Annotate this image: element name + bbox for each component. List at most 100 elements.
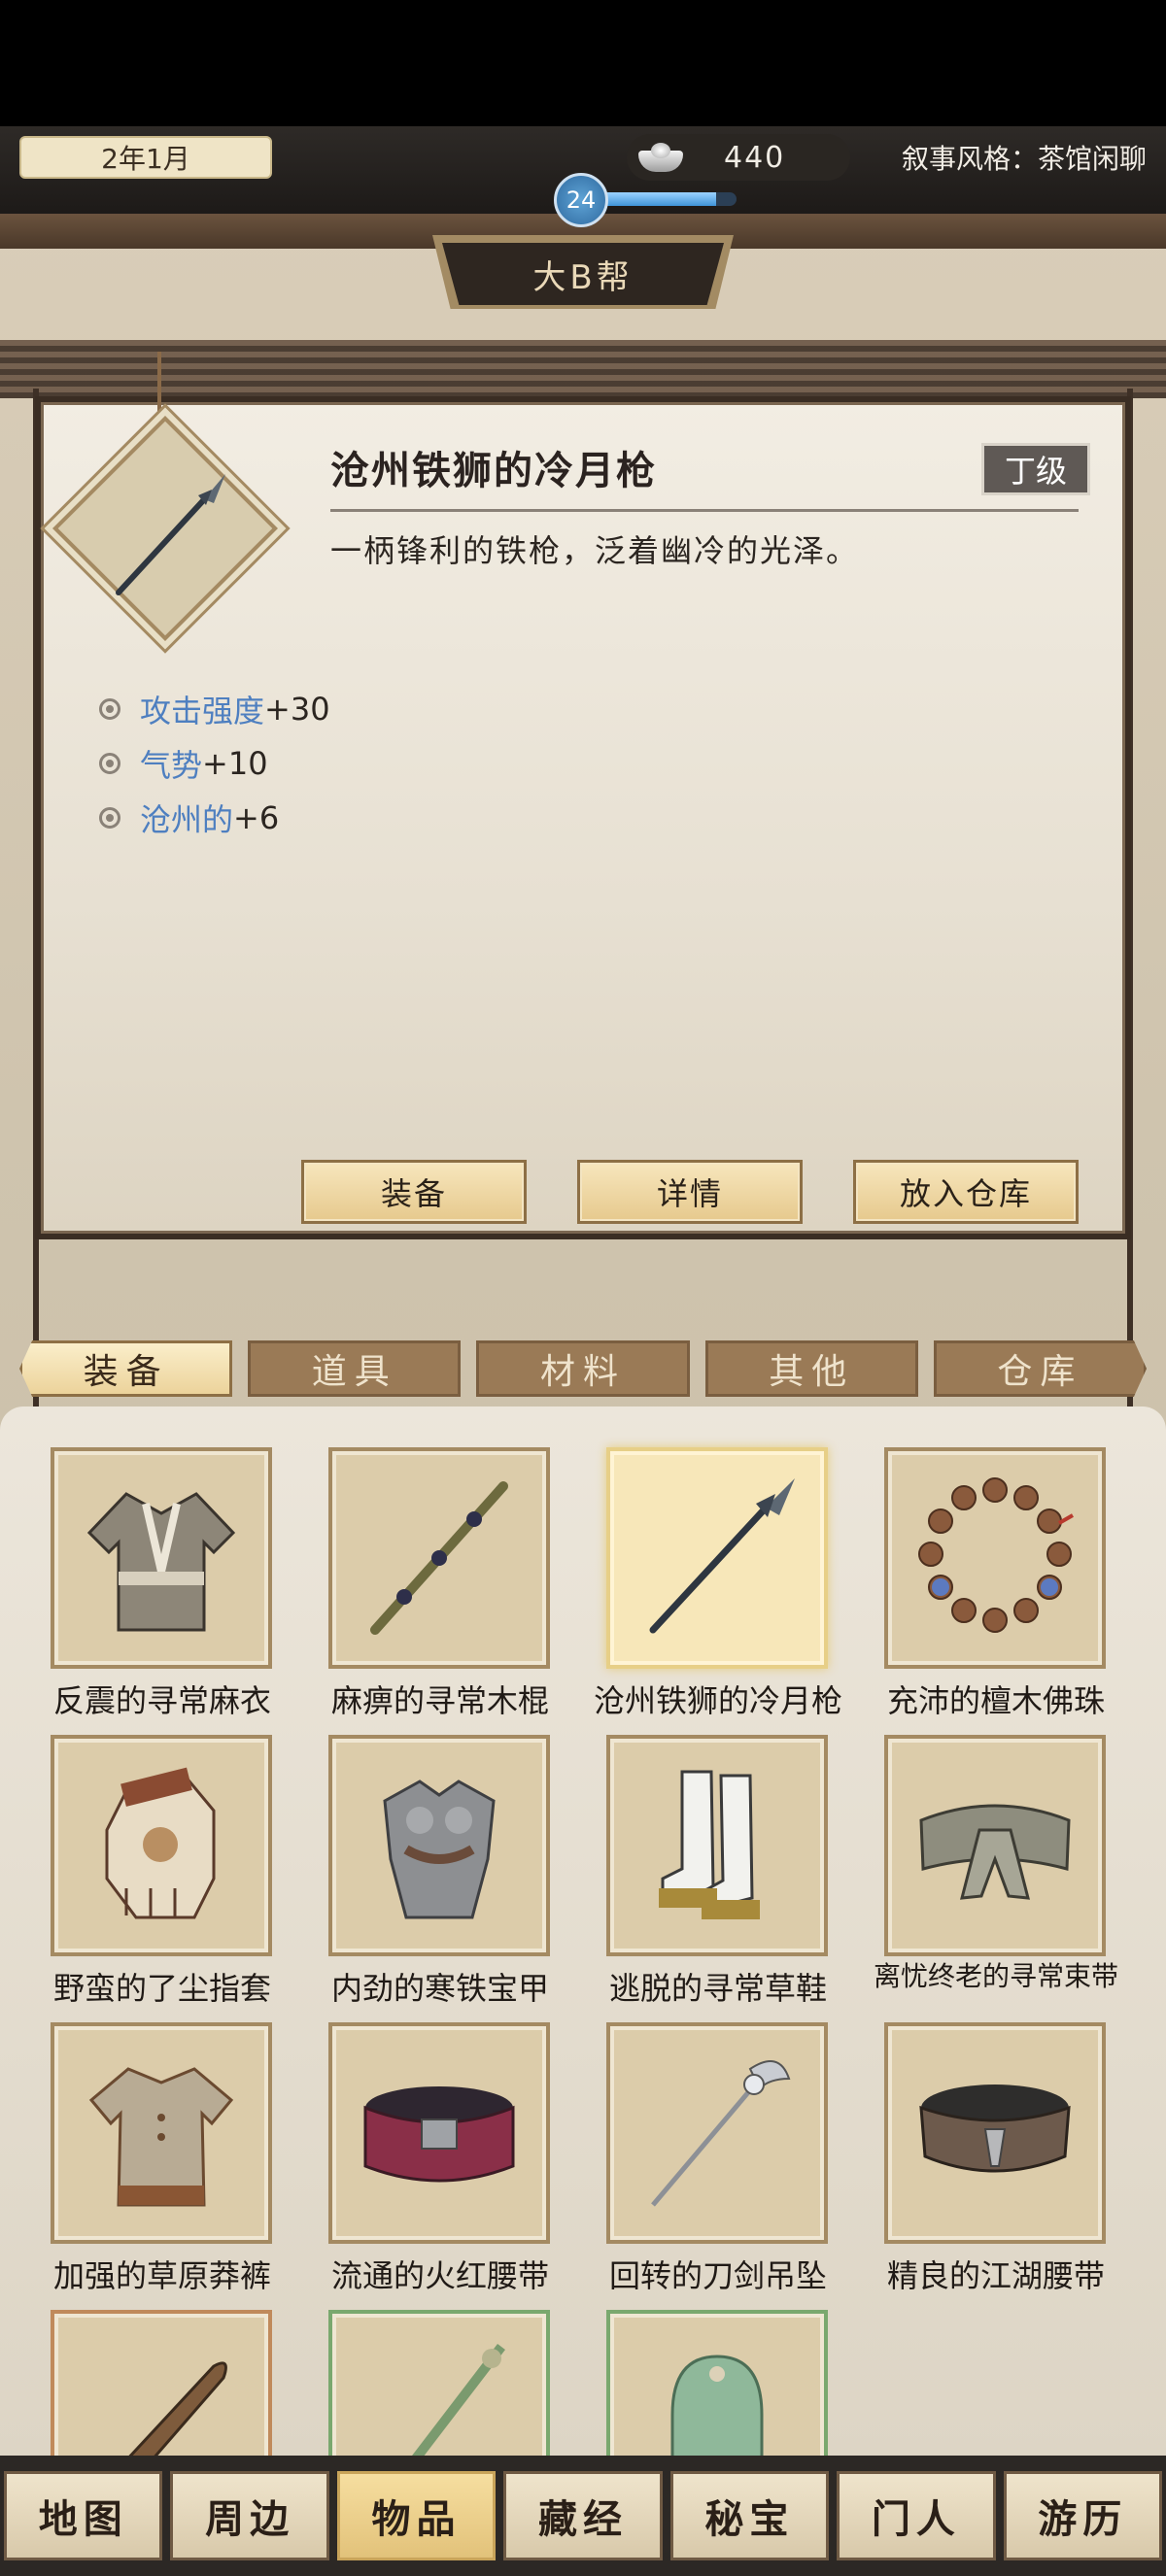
sash-icon: [919, 1804, 1071, 1900]
nav-map[interactable]: 地图: [4, 2471, 163, 2560]
item-slot[interactable]: [884, 2022, 1106, 2244]
jade-icon: [670, 2355, 764, 2456]
coin-bullet-icon: [99, 698, 120, 720]
inventory-item[interactable]: 回转的刀剑吊坠: [593, 2022, 871, 2310]
inventory-item[interactable]: 逃脱的寻常草鞋: [593, 1735, 871, 2022]
inventory-item[interactable]: 流通的火红腰带: [315, 2022, 593, 2310]
item-slot[interactable]: [884, 1447, 1106, 1669]
stat-value: +30: [264, 691, 330, 728]
inventory-tabs: 装备 道具 材料 其他 仓库: [19, 1340, 1148, 1401]
item-name: 回转的刀剑吊坠: [608, 2257, 827, 2294]
narrative-style-setting[interactable]: 叙事风格：茶馆闲聊: [902, 138, 1147, 177]
item-slot[interactable]: [606, 2022, 828, 2244]
stat-row: 沧州的 +6: [99, 791, 330, 845]
stat-row: 气势 +10: [99, 736, 330, 791]
inventory-item[interactable]: 充沛的檀木佛珠: [871, 1447, 1149, 1735]
item-name: 加强的草原莽裤: [52, 2257, 271, 2294]
inventory-item[interactable]: 沧州铁狮的冷月枪: [593, 1447, 871, 1735]
item-name: 沧州铁狮的冷月枪: [593, 1682, 842, 1719]
tab-props[interactable]: 道具: [248, 1340, 462, 1397]
guild-name-plaque: 大B帮: [442, 243, 724, 305]
tab-equipment[interactable]: 装备: [19, 1340, 233, 1397]
robe-icon: [86, 1492, 236, 1632]
inventory-item[interactable]: 野蛮的了尘指套: [37, 1735, 315, 2022]
item-slot[interactable]: [51, 1735, 272, 1956]
stat-row: 攻击强度 +30: [99, 682, 330, 736]
item-slot[interactable]: [884, 1735, 1106, 1956]
boots-icon: [659, 1770, 760, 1919]
item-slot[interactable]: [328, 2022, 550, 2244]
stat-name: 沧州的: [140, 801, 234, 838]
item-name: 逃脱的寻常草鞋: [608, 1970, 827, 2007]
roof-tiles: [0, 340, 1166, 398]
item-name: 精良的江湖腰带: [886, 2257, 1105, 2294]
item-name: 反震的寻常麻衣: [52, 1682, 271, 1719]
nav-scriptures[interactable]: 藏经: [503, 2471, 663, 2560]
nav-items[interactable]: 物品: [336, 2471, 497, 2560]
nav-travel[interactable]: 游历: [1003, 2471, 1162, 2560]
item-slot[interactable]: [606, 1735, 828, 1956]
status-bar-area: [0, 0, 1166, 126]
stat-value: +10: [202, 745, 268, 782]
tab-other[interactable]: 其他: [704, 1340, 918, 1397]
exp-bar: [600, 192, 737, 206]
stat-name: 攻击强度: [140, 693, 265, 729]
item-slot[interactable]: [328, 1447, 550, 1669]
item-slot-selected[interactable]: [606, 1447, 828, 1669]
nav-treasures[interactable]: 秘宝: [669, 2471, 830, 2560]
exp-bar-fill: [600, 192, 716, 206]
nav-surroundings[interactable]: 周边: [170, 2471, 329, 2560]
item-slot[interactable]: [51, 2022, 272, 2244]
tunic-icon: [88, 2067, 234, 2207]
equip-button[interactable]: 装备: [301, 1160, 527, 1224]
level-badge: 24: [554, 173, 608, 227]
belt-red-icon: [363, 2086, 515, 2183]
date-display: 2年1月: [19, 136, 272, 179]
item-name: 流通的火红腰带: [330, 2257, 549, 2294]
inventory-item[interactable]: 反震的寻常麻衣: [37, 1447, 315, 1735]
stat-value: +6: [233, 799, 280, 836]
inventory-grid-panel: 反震的寻常麻衣 麻痹的寻常木棍 沧州铁狮的冷月枪 充沛的檀木佛珠 野蛮的了尘指套…: [0, 1407, 1166, 2456]
inventory-item[interactable]: [315, 2310, 593, 2456]
sword-icon: [412, 2343, 505, 2456]
tab-warehouse[interactable]: 仓库: [933, 1340, 1148, 1397]
store-in-warehouse-button[interactable]: 放入仓库: [853, 1160, 1079, 1224]
silver-amount: 440: [724, 140, 786, 175]
coin-bullet-icon: [99, 807, 120, 829]
spear-icon: [649, 1478, 795, 1634]
details-button[interactable]: 详情: [577, 1160, 803, 1224]
item-slot[interactable]: [328, 2310, 550, 2456]
hanging-cord: [157, 352, 161, 420]
inventory-item[interactable]: 离忧终老的寻常束带: [871, 1735, 1149, 2022]
bottom-navigation: 地图 周边 物品 藏经 秘宝 门人 游历: [0, 2456, 1166, 2576]
item-stats: 攻击强度 +30 气势 +10 沧州的 +6: [99, 682, 330, 845]
item-name: 野蛮的了尘指套: [52, 1970, 271, 2007]
item-name: 麻痹的寻常木棍: [330, 1682, 549, 1719]
item-title: 沧州铁狮的冷月枪: [330, 449, 657, 493]
silver-ingot-icon: [638, 143, 683, 172]
glove-icon: [105, 1767, 216, 1919]
inventory-item[interactable]: 麻痹的寻常木棍: [315, 1447, 593, 1735]
item-name: 内劲的寒铁宝甲: [330, 1970, 549, 2007]
item-slot[interactable]: [51, 2310, 272, 2456]
staff-icon: [370, 1481, 508, 1635]
tab-materials[interactable]: 材料: [476, 1340, 690, 1397]
inventory-item[interactable]: 内劲的寒铁宝甲: [315, 1735, 593, 2022]
item-slot[interactable]: [51, 1447, 272, 1669]
item-grade-badge: 丁级: [981, 443, 1090, 495]
inventory-item[interactable]: 加强的草原莽裤: [37, 2022, 315, 2310]
saber-icon: [128, 2361, 227, 2456]
inventory-item[interactable]: 精良的江湖腰带: [871, 2022, 1149, 2310]
item-name: 离忧终老的寻常束带: [873, 1960, 1118, 1992]
item-slot[interactable]: [328, 1735, 550, 1956]
belt-dark-icon: [919, 2085, 1071, 2173]
inventory-item[interactable]: [593, 2310, 871, 2456]
item-slot[interactable]: [606, 2310, 828, 2456]
inventory-grid: 反震的寻常麻衣 麻痹的寻常木棍 沧州铁狮的冷月枪 充沛的檀木佛珠 野蛮的了尘指套…: [37, 1447, 1135, 2456]
item-description: 一柄锋利的铁枪，泛着幽冷的光泽。: [330, 532, 860, 569]
nav-disciples[interactable]: 门人: [837, 2471, 996, 2560]
inventory-item[interactable]: [37, 2310, 315, 2456]
pendant-icon: [651, 2060, 791, 2207]
armor-icon: [383, 1779, 496, 1919]
title-divider: [330, 509, 1079, 512]
